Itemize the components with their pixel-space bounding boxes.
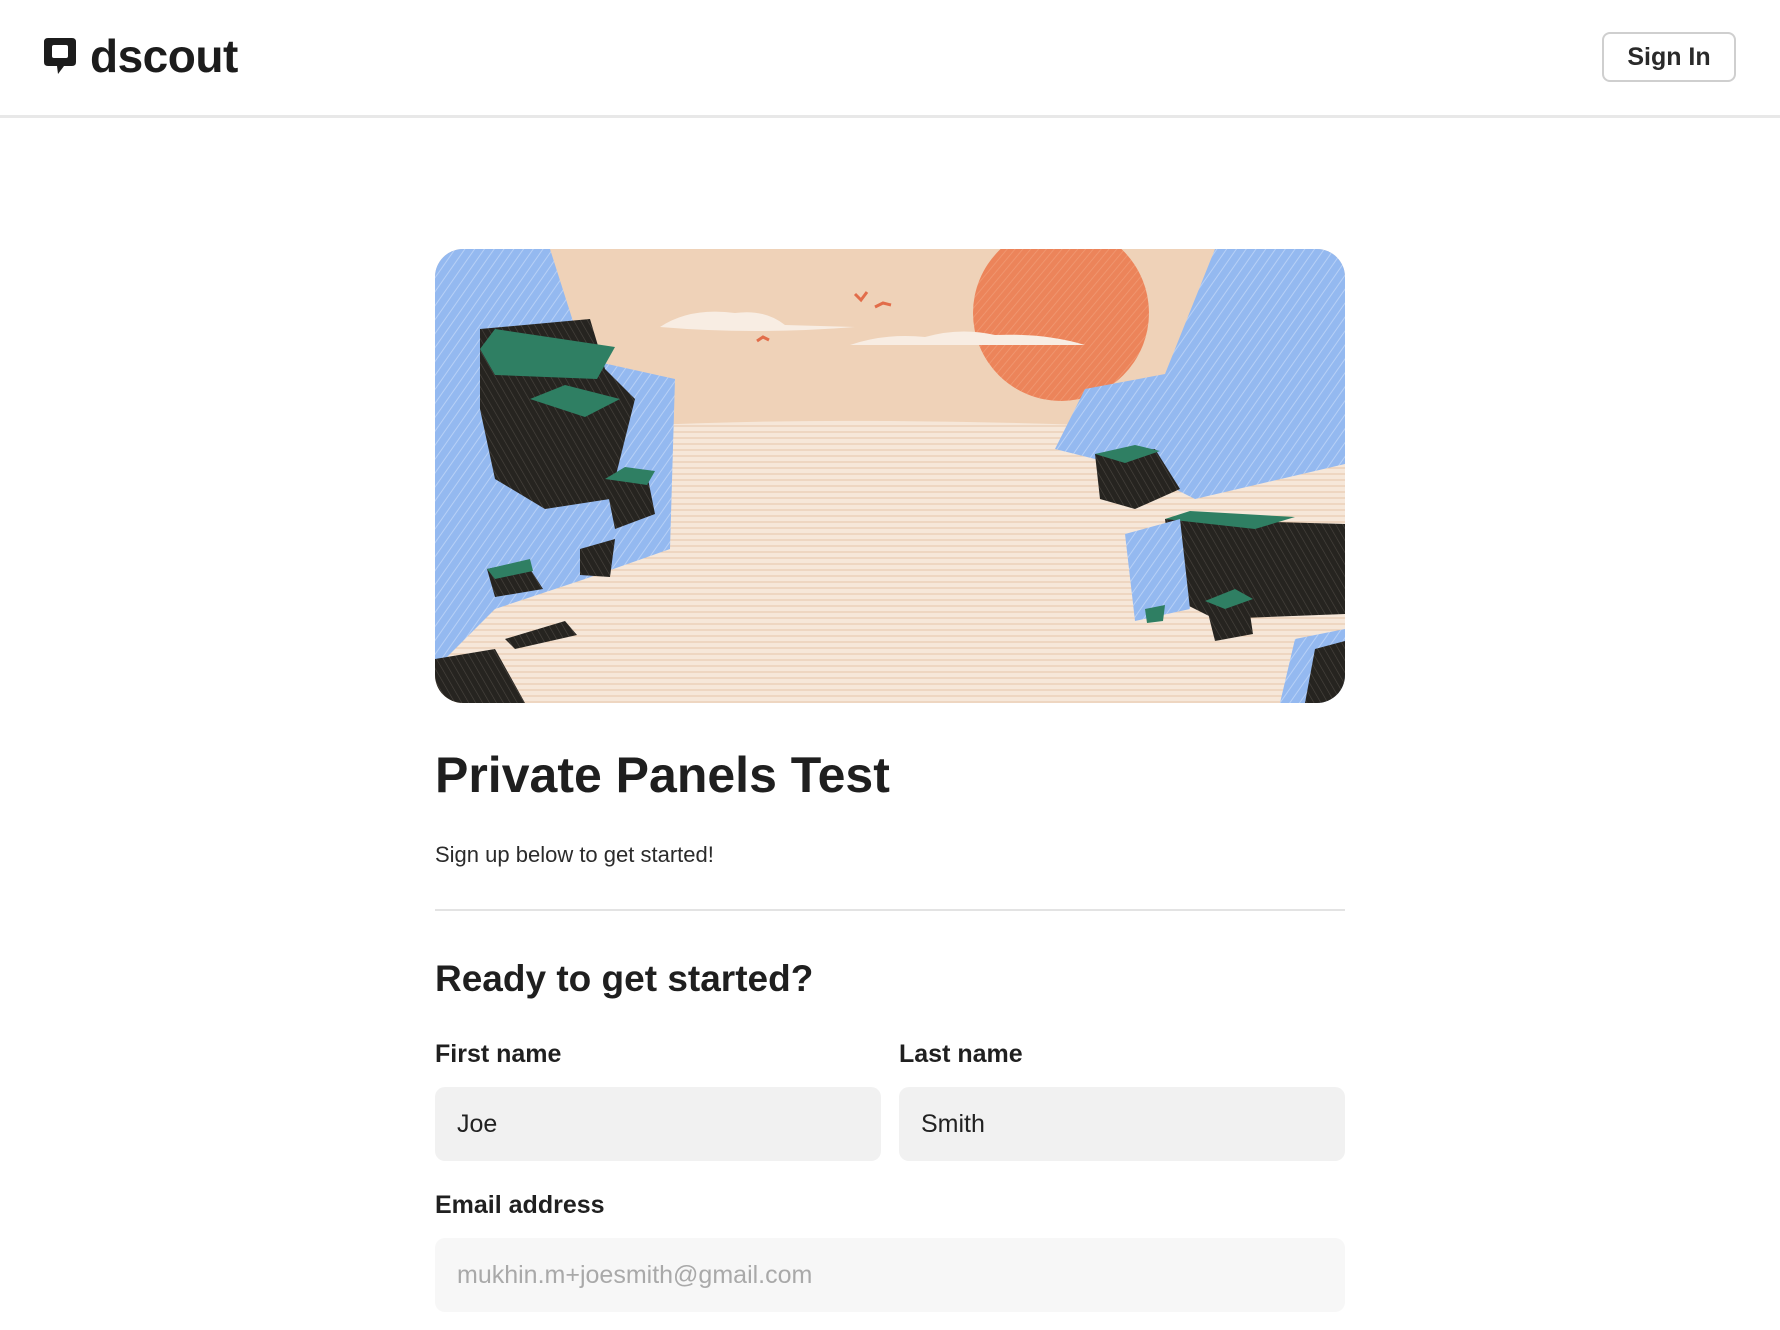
first-name-label: First name [435,1040,562,1068]
email-field[interactable] [435,1238,1345,1312]
speech-bubble-icon [44,38,76,74]
last-name-field[interactable] [899,1087,1345,1161]
page-subtitle: Sign up below to get started! [435,842,714,867]
dscout-logo[interactable]: dscout [42,28,238,84]
email-label: Email address [435,1191,605,1219]
first-name-field[interactable] [435,1087,881,1161]
page-title: Private Panels Test [435,747,890,803]
desert-landscape-illustration [435,249,1345,703]
logo-text: dscout [90,30,238,82]
top-navigation-bar: dscout Sign In [0,0,1780,118]
section-divider [435,909,1345,911]
hero-illustration [435,249,1345,703]
form-heading: Ready to get started? [435,958,814,999]
last-name-label: Last name [899,1040,1023,1068]
sign-in-button[interactable]: Sign In [1602,32,1736,82]
